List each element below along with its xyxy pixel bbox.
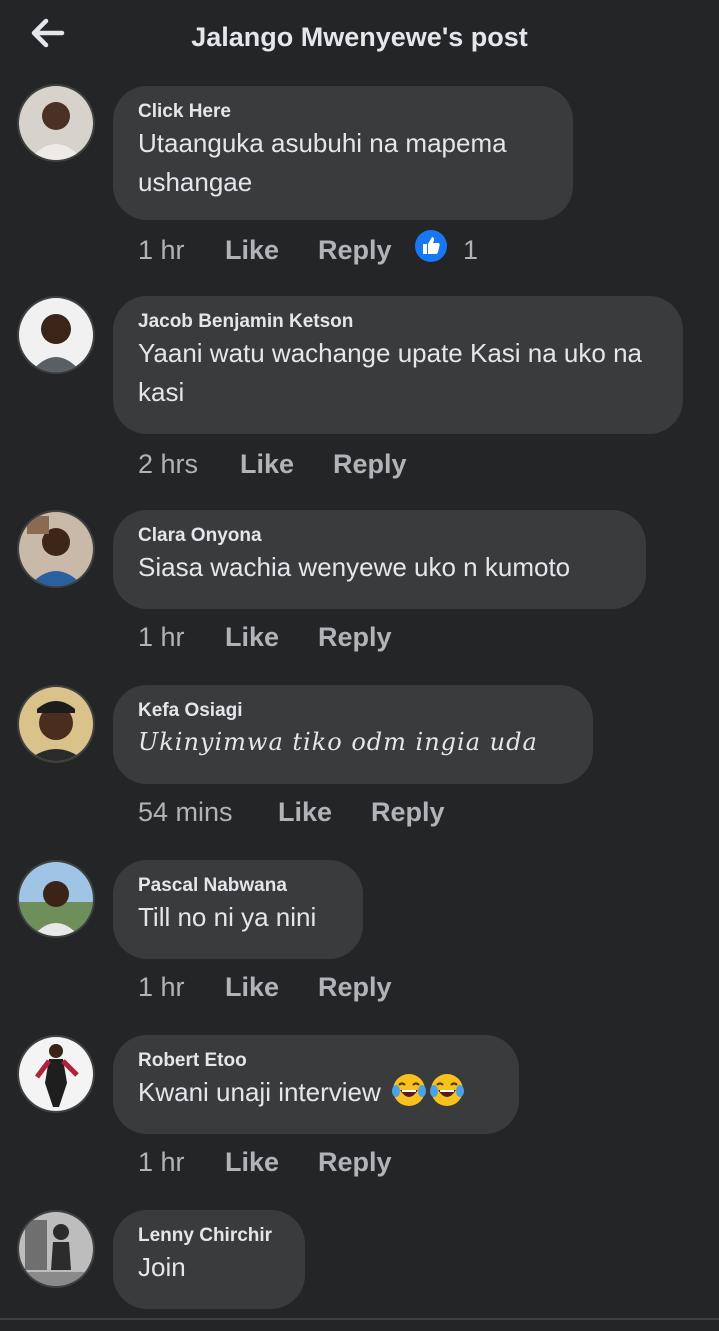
avatar[interactable]	[17, 1210, 95, 1288]
comment-time[interactable]: 1 hr	[138, 622, 185, 653]
commenter-name[interactable]: Click Here	[138, 100, 547, 124]
like-button[interactable]: Like	[225, 1147, 279, 1178]
avatar[interactable]	[17, 860, 95, 938]
comment-text: Utaanguka asubuhi na mapema ushangae	[138, 128, 507, 197]
commenter-name[interactable]: Jacob Benjamin Ketson	[138, 310, 657, 334]
reply-button[interactable]: Reply	[333, 449, 407, 480]
header-bar: Jalango Mwenyewe's post	[0, 0, 719, 80]
avatar[interactable]	[17, 510, 95, 588]
comment-actions: 2 hrs Like Reply	[138, 449, 538, 489]
like-button[interactable]: Like	[278, 797, 332, 828]
comment-text: Kwani unaji interview	[138, 1073, 493, 1112]
comment-time[interactable]: 1 hr	[138, 1147, 185, 1178]
face-with-tears-of-joy-icon	[430, 1074, 465, 1106]
comment-bubble[interactable]: Clara Onyona Siasa wachia wenyewe uko n …	[113, 510, 646, 609]
avatar[interactable]	[17, 296, 95, 374]
comment-bubble[interactable]: Pascal Nabwana Till no ni ya nini	[113, 860, 363, 959]
comment-actions: 1 hr Like Reply	[138, 622, 538, 662]
avatar[interactable]	[17, 84, 95, 162]
comment-time[interactable]: 1 hr	[138, 972, 185, 1003]
reply-button[interactable]: Reply	[318, 235, 392, 266]
like-button[interactable]: Like	[225, 622, 279, 653]
face-with-tears-of-joy-icon	[392, 1074, 427, 1106]
reply-button[interactable]: Reply	[318, 1147, 392, 1178]
comment-bubble[interactable]: Lenny Chirchir Join	[113, 1210, 305, 1309]
commenter-name[interactable]: Pascal Nabwana	[138, 874, 337, 898]
page-title: Jalango Mwenyewe's post	[191, 22, 528, 52]
divider	[0, 1318, 719, 1320]
like-reaction-icon[interactable]	[415, 230, 447, 262]
commenter-name[interactable]: Clara Onyona	[138, 524, 620, 548]
comment-text: Yaani watu wachange upate Kasi na uko na…	[138, 338, 642, 407]
reply-button[interactable]: Reply	[318, 972, 392, 1003]
comment-actions: 1 hr Like Reply 1	[138, 230, 698, 275]
comment-time[interactable]: 1 hr	[138, 235, 185, 266]
avatar[interactable]	[17, 685, 95, 763]
like-button[interactable]: Like	[225, 972, 279, 1003]
comment-text: Ukinyimwa tiko odm ingia uda	[138, 728, 538, 756]
avatar[interactable]	[17, 1035, 95, 1113]
reply-button[interactable]: Reply	[371, 797, 445, 828]
comment-text: Join	[138, 1252, 186, 1282]
comment-actions: 54 mins Like Reply	[138, 797, 538, 837]
reaction-count[interactable]: 1	[463, 235, 478, 266]
comment-actions: 1 hr Like Reply	[138, 1147, 538, 1187]
comment-time[interactable]: 54 mins	[138, 797, 233, 828]
comment-bubble[interactable]: Robert Etoo Kwani unaji interview	[113, 1035, 519, 1134]
comment-bubble[interactable]: Jacob Benjamin Ketson Yaani watu wachang…	[113, 296, 683, 434]
comment-bubble[interactable]: Click Here Utaanguka asubuhi na mapema u…	[113, 86, 573, 220]
like-button[interactable]: Like	[225, 235, 279, 266]
reply-button[interactable]: Reply	[318, 622, 392, 653]
comment-time[interactable]: 2 hrs	[138, 449, 198, 480]
commenter-name[interactable]: Robert Etoo	[138, 1049, 493, 1073]
like-button[interactable]: Like	[240, 449, 294, 480]
comment-text-content: Kwani unaji interview	[138, 1077, 381, 1107]
commenter-name[interactable]: Kefa Osiagi	[138, 699, 567, 723]
comment-bubble[interactable]: Kefa Osiagi Ukinyimwa tiko odm ingia uda	[113, 685, 593, 784]
comment-text: Till no ni ya nini	[138, 902, 317, 932]
commenter-name[interactable]: Lenny Chirchir	[138, 1224, 279, 1248]
comment-actions: 1 hr Like Reply	[138, 972, 538, 1012]
comment-text: Siasa wachia wenyewe uko n kumoto	[138, 552, 571, 582]
